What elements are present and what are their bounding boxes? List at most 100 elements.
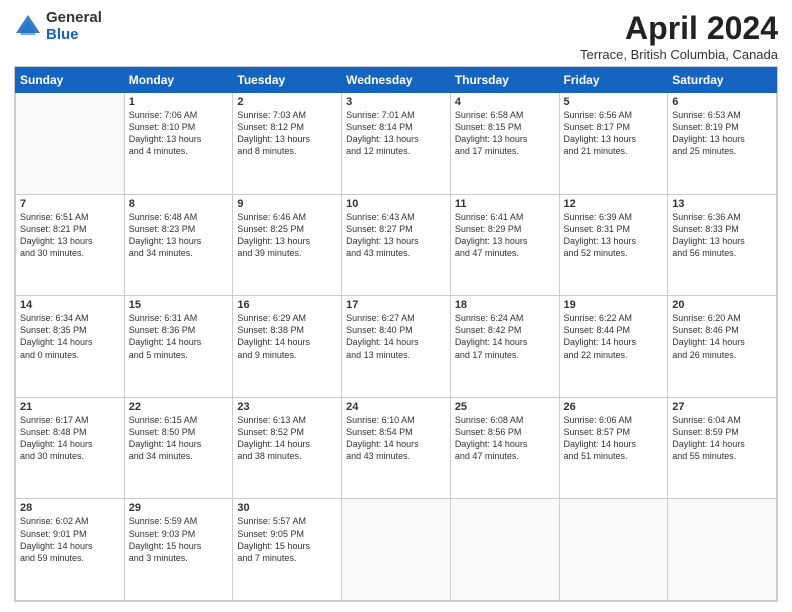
calendar-cell: 28Sunrise: 6:02 AM Sunset: 9:01 PM Dayli… bbox=[16, 499, 125, 601]
calendar-header: SundayMondayTuesdayWednesdayThursdayFrid… bbox=[16, 68, 777, 93]
page: General Blue April 2024 Terrace, British… bbox=[0, 0, 792, 612]
day-number: 21 bbox=[20, 401, 120, 413]
header-day-monday: Monday bbox=[124, 68, 233, 93]
day-number: 30 bbox=[237, 502, 337, 514]
day-number: 16 bbox=[237, 299, 337, 311]
day-info: Sunrise: 6:41 AM Sunset: 8:29 PM Dayligh… bbox=[455, 211, 555, 260]
calendar-cell: 11Sunrise: 6:41 AM Sunset: 8:29 PM Dayli… bbox=[450, 194, 559, 296]
title-location: Terrace, British Columbia, Canada bbox=[580, 47, 778, 62]
calendar-week-row: 1Sunrise: 7:06 AM Sunset: 8:10 PM Daylig… bbox=[16, 93, 777, 195]
day-number: 8 bbox=[129, 198, 229, 210]
day-number: 7 bbox=[20, 198, 120, 210]
calendar-cell: 1Sunrise: 7:06 AM Sunset: 8:10 PM Daylig… bbox=[124, 93, 233, 195]
day-info: Sunrise: 6:39 AM Sunset: 8:31 PM Dayligh… bbox=[564, 211, 664, 260]
day-number: 14 bbox=[20, 299, 120, 311]
calendar-cell: 10Sunrise: 6:43 AM Sunset: 8:27 PM Dayli… bbox=[342, 194, 451, 296]
logo: General Blue bbox=[14, 10, 102, 43]
day-info: Sunrise: 6:36 AM Sunset: 8:33 PM Dayligh… bbox=[672, 211, 772, 260]
day-number: 17 bbox=[346, 299, 446, 311]
day-info: Sunrise: 6:17 AM Sunset: 8:48 PM Dayligh… bbox=[20, 414, 120, 463]
calendar-cell: 5Sunrise: 6:56 AM Sunset: 8:17 PM Daylig… bbox=[559, 93, 668, 195]
day-info: Sunrise: 6:27 AM Sunset: 8:40 PM Dayligh… bbox=[346, 312, 446, 361]
day-info: Sunrise: 6:51 AM Sunset: 8:21 PM Dayligh… bbox=[20, 211, 120, 260]
calendar-cell: 12Sunrise: 6:39 AM Sunset: 8:31 PM Dayli… bbox=[559, 194, 668, 296]
day-number: 3 bbox=[346, 96, 446, 108]
header-row: SundayMondayTuesdayWednesdayThursdayFrid… bbox=[16, 68, 777, 93]
day-info: Sunrise: 5:57 AM Sunset: 9:05 PM Dayligh… bbox=[237, 515, 337, 564]
day-info: Sunrise: 6:08 AM Sunset: 8:56 PM Dayligh… bbox=[455, 414, 555, 463]
logo-general-text: General bbox=[46, 10, 102, 27]
day-number: 27 bbox=[672, 401, 772, 413]
calendar-cell: 26Sunrise: 6:06 AM Sunset: 8:57 PM Dayli… bbox=[559, 397, 668, 499]
calendar-cell: 23Sunrise: 6:13 AM Sunset: 8:52 PM Dayli… bbox=[233, 397, 342, 499]
day-number: 29 bbox=[129, 502, 229, 514]
calendar-cell: 6Sunrise: 6:53 AM Sunset: 8:19 PM Daylig… bbox=[668, 93, 777, 195]
header: General Blue April 2024 Terrace, British… bbox=[14, 10, 778, 62]
day-number: 26 bbox=[564, 401, 664, 413]
calendar-cell: 3Sunrise: 7:01 AM Sunset: 8:14 PM Daylig… bbox=[342, 93, 451, 195]
day-number: 2 bbox=[237, 96, 337, 108]
calendar-cell: 19Sunrise: 6:22 AM Sunset: 8:44 PM Dayli… bbox=[559, 296, 668, 398]
calendar-cell: 7Sunrise: 6:51 AM Sunset: 8:21 PM Daylig… bbox=[16, 194, 125, 296]
header-day-saturday: Saturday bbox=[668, 68, 777, 93]
day-info: Sunrise: 6:43 AM Sunset: 8:27 PM Dayligh… bbox=[346, 211, 446, 260]
calendar-cell: 16Sunrise: 6:29 AM Sunset: 8:38 PM Dayli… bbox=[233, 296, 342, 398]
calendar-cell bbox=[16, 93, 125, 195]
day-info: Sunrise: 6:48 AM Sunset: 8:23 PM Dayligh… bbox=[129, 211, 229, 260]
day-number: 23 bbox=[237, 401, 337, 413]
title-block: April 2024 Terrace, British Columbia, Ca… bbox=[580, 10, 778, 62]
logo-icon bbox=[14, 13, 42, 41]
calendar-cell: 25Sunrise: 6:08 AM Sunset: 8:56 PM Dayli… bbox=[450, 397, 559, 499]
calendar-cell: 2Sunrise: 7:03 AM Sunset: 8:12 PM Daylig… bbox=[233, 93, 342, 195]
day-number: 1 bbox=[129, 96, 229, 108]
header-day-sunday: Sunday bbox=[16, 68, 125, 93]
calendar-cell bbox=[668, 499, 777, 601]
calendar-week-row: 21Sunrise: 6:17 AM Sunset: 8:48 PM Dayli… bbox=[16, 397, 777, 499]
day-info: Sunrise: 6:22 AM Sunset: 8:44 PM Dayligh… bbox=[564, 312, 664, 361]
day-number: 15 bbox=[129, 299, 229, 311]
day-info: Sunrise: 6:10 AM Sunset: 8:54 PM Dayligh… bbox=[346, 414, 446, 463]
day-number: 19 bbox=[564, 299, 664, 311]
day-number: 4 bbox=[455, 96, 555, 108]
day-number: 18 bbox=[455, 299, 555, 311]
calendar-cell: 27Sunrise: 6:04 AM Sunset: 8:59 PM Dayli… bbox=[668, 397, 777, 499]
day-info: Sunrise: 6:31 AM Sunset: 8:36 PM Dayligh… bbox=[129, 312, 229, 361]
day-info: Sunrise: 7:01 AM Sunset: 8:14 PM Dayligh… bbox=[346, 109, 446, 158]
day-number: 25 bbox=[455, 401, 555, 413]
day-info: Sunrise: 6:15 AM Sunset: 8:50 PM Dayligh… bbox=[129, 414, 229, 463]
calendar-cell bbox=[342, 499, 451, 601]
calendar-cell: 17Sunrise: 6:27 AM Sunset: 8:40 PM Dayli… bbox=[342, 296, 451, 398]
logo-text: General Blue bbox=[46, 10, 102, 43]
day-info: Sunrise: 6:24 AM Sunset: 8:42 PM Dayligh… bbox=[455, 312, 555, 361]
day-info: Sunrise: 6:04 AM Sunset: 8:59 PM Dayligh… bbox=[672, 414, 772, 463]
day-number: 13 bbox=[672, 198, 772, 210]
header-day-wednesday: Wednesday bbox=[342, 68, 451, 93]
day-info: Sunrise: 7:03 AM Sunset: 8:12 PM Dayligh… bbox=[237, 109, 337, 158]
calendar-cell: 18Sunrise: 6:24 AM Sunset: 8:42 PM Dayli… bbox=[450, 296, 559, 398]
title-month: April 2024 bbox=[580, 10, 778, 47]
day-number: 11 bbox=[455, 198, 555, 210]
calendar-cell: 24Sunrise: 6:10 AM Sunset: 8:54 PM Dayli… bbox=[342, 397, 451, 499]
day-info: Sunrise: 6:34 AM Sunset: 8:35 PM Dayligh… bbox=[20, 312, 120, 361]
day-number: 9 bbox=[237, 198, 337, 210]
day-info: Sunrise: 7:06 AM Sunset: 8:10 PM Dayligh… bbox=[129, 109, 229, 158]
calendar-cell: 9Sunrise: 6:46 AM Sunset: 8:25 PM Daylig… bbox=[233, 194, 342, 296]
day-number: 6 bbox=[672, 96, 772, 108]
day-info: Sunrise: 5:59 AM Sunset: 9:03 PM Dayligh… bbox=[129, 515, 229, 564]
calendar-week-row: 28Sunrise: 6:02 AM Sunset: 9:01 PM Dayli… bbox=[16, 499, 777, 601]
header-day-friday: Friday bbox=[559, 68, 668, 93]
header-day-tuesday: Tuesday bbox=[233, 68, 342, 93]
calendar-cell: 13Sunrise: 6:36 AM Sunset: 8:33 PM Dayli… bbox=[668, 194, 777, 296]
day-info: Sunrise: 6:29 AM Sunset: 8:38 PM Dayligh… bbox=[237, 312, 337, 361]
day-number: 22 bbox=[129, 401, 229, 413]
logo-blue-text: Blue bbox=[46, 27, 102, 44]
day-info: Sunrise: 6:13 AM Sunset: 8:52 PM Dayligh… bbox=[237, 414, 337, 463]
calendar-cell: 22Sunrise: 6:15 AM Sunset: 8:50 PM Dayli… bbox=[124, 397, 233, 499]
calendar-cell: 4Sunrise: 6:58 AM Sunset: 8:15 PM Daylig… bbox=[450, 93, 559, 195]
header-day-thursday: Thursday bbox=[450, 68, 559, 93]
calendar-week-row: 7Sunrise: 6:51 AM Sunset: 8:21 PM Daylig… bbox=[16, 194, 777, 296]
day-number: 5 bbox=[564, 96, 664, 108]
calendar-cell bbox=[559, 499, 668, 601]
calendar-table: SundayMondayTuesdayWednesdayThursdayFrid… bbox=[15, 67, 777, 601]
calendar-body: 1Sunrise: 7:06 AM Sunset: 8:10 PM Daylig… bbox=[16, 93, 777, 601]
